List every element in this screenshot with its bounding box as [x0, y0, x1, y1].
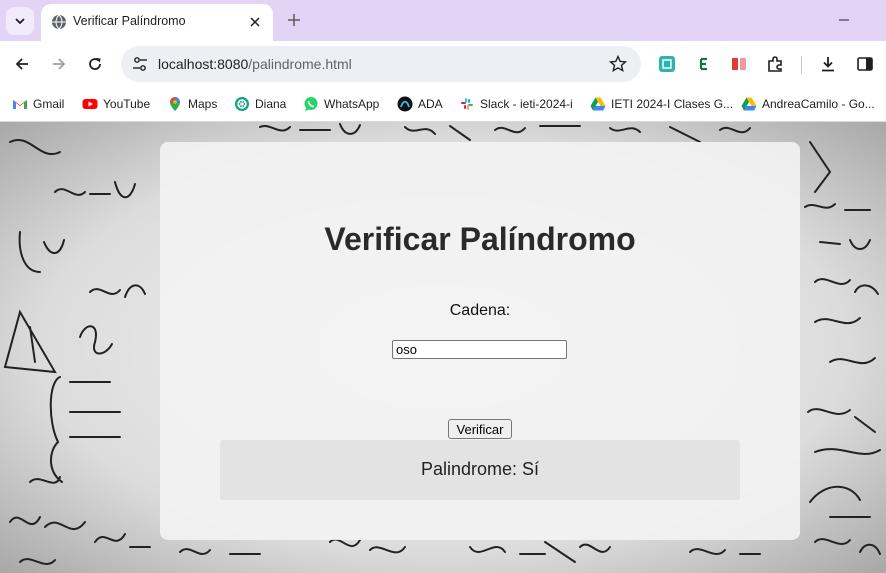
cadena-input[interactable]	[392, 340, 567, 359]
url-host: localhost:8080	[158, 56, 249, 72]
bookmark-label: Gmail	[33, 97, 65, 111]
bookmark-gmail[interactable]: Gmail	[12, 94, 64, 114]
page-viewport: Verificar Palíndromo Cadena: Verificar P…	[0, 122, 886, 573]
result-text: Palindrome: Sí	[420, 459, 540, 479]
palindrome-card: Verificar Palíndromo Cadena: Verificar P…	[160, 142, 800, 540]
bookmark-star-icon[interactable]	[609, 55, 627, 73]
tab-strip: Verificar Palíndromo	[0, 0, 886, 41]
youtube-icon	[82, 99, 98, 109]
chatgpt-icon	[235, 97, 249, 111]
tab-title: Verificar Palíndromo	[73, 14, 186, 28]
bookmark-label: Diana	[255, 97, 287, 111]
bookmark-label: YouTube	[103, 97, 151, 111]
google-drive-icon	[590, 97, 606, 111]
bookmark-youtube[interactable]: YouTube	[82, 94, 150, 114]
reload-button[interactable]	[81, 50, 109, 78]
extension-screen-reader-icon[interactable]	[657, 54, 677, 74]
plus-icon	[288, 14, 300, 26]
minimize-button[interactable]	[830, 8, 858, 32]
minimize-icon	[839, 19, 849, 21]
arrow-right-icon	[53, 58, 66, 70]
url-text[interactable]: localhost:8080/palindrome.html	[158, 56, 352, 72]
bookmark-label: AndreaCamilo - Go...	[762, 97, 875, 111]
side-panel-icon	[857, 57, 873, 71]
close-icon	[250, 17, 260, 27]
address-bar[interactable]: localhost:8080/palindrome.html	[121, 46, 641, 82]
extensions-button[interactable]	[765, 54, 785, 74]
gmail-icon	[13, 100, 27, 109]
letter-e-icon	[697, 57, 711, 71]
bookmark-whatsapp[interactable]: WhatsApp	[303, 94, 379, 114]
whatsapp-icon	[304, 97, 318, 111]
side-panel-button[interactable]	[855, 54, 875, 74]
new-tab-button[interactable]	[283, 9, 305, 31]
bookmark-ada[interactable]: ADA	[397, 94, 443, 114]
bookmark-label: ADA	[418, 97, 443, 111]
extension-box-icon	[659, 56, 675, 72]
bookmark-slack[interactable]: Slack - ieti-2024-i	[459, 94, 573, 114]
bookmark-andreacamilo[interactable]: AndreaCamilo - Go...	[741, 94, 875, 114]
tab-active[interactable]: Verificar Palíndromo	[41, 4, 273, 41]
downloads-button[interactable]	[818, 54, 838, 74]
tab-search-button[interactable]	[6, 7, 34, 35]
bookmark-ieti-clases[interactable]: IETI 2024-I Clases G...	[590, 94, 733, 114]
back-button[interactable]	[8, 50, 36, 78]
chevron-down-icon	[15, 18, 25, 25]
bookmark-label: WhatsApp	[324, 97, 380, 111]
bookmarks-bar: Gmail YouTube Maps Diana WhatsApp ADA Sl…	[0, 87, 886, 122]
extension-reader-icon[interactable]	[729, 54, 749, 74]
result-box: Palindrome: Sí	[220, 440, 740, 500]
site-info-icon[interactable]	[131, 55, 149, 73]
ada-icon	[397, 96, 413, 112]
bookmark-label: Slack - ieti-2024-i	[480, 97, 573, 111]
maps-icon	[170, 97, 180, 111]
browser-toolbar: localhost:8080/palindrome.html	[0, 41, 886, 87]
url-path: /palindrome.html	[248, 56, 352, 72]
reload-icon	[89, 58, 101, 70]
tab-close-button[interactable]	[245, 12, 265, 32]
bookmark-label: Maps	[188, 97, 218, 111]
toolbar-separator	[801, 56, 802, 74]
bookmark-diana[interactable]: Diana	[234, 94, 286, 114]
bookmark-maps[interactable]: Maps	[167, 94, 217, 114]
bookmark-label: IETI 2024-I Clases G...	[611, 97, 734, 111]
verificar-button[interactable]: Verificar	[448, 419, 512, 439]
page-title: Verificar Palíndromo	[324, 221, 636, 257]
google-drive-icon	[741, 97, 757, 111]
globe-icon	[52, 14, 66, 30]
extension-evernote-icon[interactable]	[694, 54, 714, 74]
download-icon	[822, 57, 834, 72]
arrow-left-icon	[15, 58, 28, 70]
cadena-label: Cadena:	[449, 302, 511, 319]
slack-icon	[461, 98, 473, 110]
puzzle-icon	[768, 56, 782, 72]
book-icon	[732, 58, 746, 70]
forward-button[interactable]	[45, 50, 73, 78]
